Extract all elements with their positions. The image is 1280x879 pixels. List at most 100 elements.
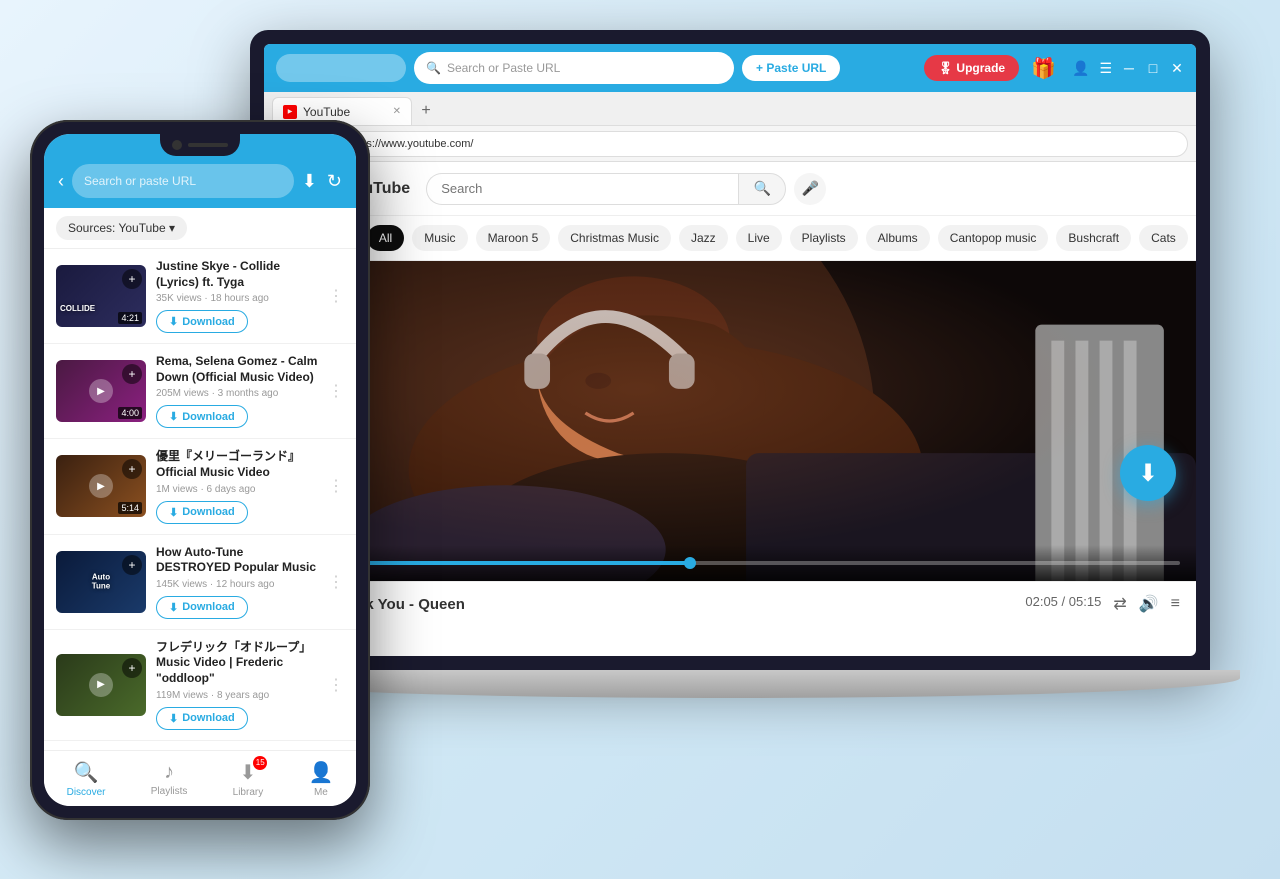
video-thumbnail: + ▶ 4:00 — [56, 360, 146, 422]
youtube-tab-icon — [283, 105, 297, 119]
download-button[interactable]: ⬇ Download — [156, 310, 248, 333]
yt-search-input[interactable] — [426, 173, 738, 205]
yt-search-button[interactable]: 🔍 — [738, 173, 786, 205]
yt-chip-jazz[interactable]: Jazz — [679, 225, 728, 251]
close-button[interactable]: ✕ — [1170, 61, 1184, 75]
video-controls-bar: ▶ ⏭ 🔊 — [264, 545, 1196, 581]
window-controls: 👤 ☰ ─ □ ✕ — [1072, 60, 1184, 77]
yt-chip-cantopop[interactable]: Cantopop music — [938, 225, 1049, 251]
new-tab-button[interactable]: + — [412, 97, 440, 125]
add-icon[interactable]: + — [122, 364, 142, 384]
queue-button[interactable]: ≡ — [1171, 594, 1180, 614]
yt-chip-albums[interactable]: Albums — [866, 225, 930, 251]
video-info: Rema, Selena Gomez - Calm Down (Official… — [156, 354, 318, 428]
phone-back-button[interactable]: ‹ — [58, 171, 64, 192]
phone-search-bar[interactable]: Search or paste URL — [72, 164, 294, 198]
yt-chips-bar: 🏠 Home All Music Maroon 5 Christmas Musi… — [264, 216, 1196, 261]
nav-playlists[interactable]: ♪ Playlists — [143, 757, 196, 801]
front-camera — [172, 140, 182, 150]
video-player[interactable]: ▶ ⏭ 🔊 ⬇ — [264, 261, 1196, 581]
more-options-icon[interactable]: ⋮ — [328, 675, 344, 695]
nav-library[interactable]: 15 ⬇ Library — [225, 756, 272, 802]
gift-icon[interactable]: 🎁 — [1031, 56, 1056, 81]
add-icon[interactable]: + — [122, 269, 142, 289]
video-meta: 1M views · 6 days ago — [156, 484, 318, 495]
more-options-icon[interactable]: ⋮ — [328, 286, 344, 306]
yt-chip-bushcraft[interactable]: Bushcraft — [1056, 225, 1131, 251]
url-bar[interactable]: https://www.youtube.com/ — [335, 131, 1188, 157]
video-info: Justine Skye - Collide (Lyrics) ft. Tyga… — [156, 259, 318, 333]
video-thumbnail: + ▶ — [56, 654, 146, 716]
yt-chip-live[interactable]: Live — [736, 225, 782, 251]
list-item: + AutoTune How Auto-Tune DESTROYED Popul… — [44, 535, 356, 630]
list-item: + COLLIDE 4:21 Justine Skye - Collide (L… — [44, 249, 356, 344]
yt-chip-all[interactable]: All — [367, 225, 404, 251]
add-icon[interactable]: + — [122, 555, 142, 575]
download-button[interactable]: ⬇ Download — [156, 501, 248, 524]
app-logo — [276, 54, 406, 82]
yt-chip-maroon5[interactable]: Maroon 5 — [476, 225, 551, 251]
download-fab-button[interactable]: ⬇ — [1120, 445, 1176, 501]
phone-device: ‹ Search or paste URL ⬇ ↻ Sources: YouTu… — [30, 120, 370, 820]
download-button[interactable]: ⬇ Download — [156, 405, 248, 428]
phone-header-icons: ⬇ ↻ — [302, 171, 342, 192]
yt-chip-christmas[interactable]: Christmas Music — [558, 225, 671, 251]
add-icon[interactable]: + — [122, 658, 142, 678]
phone-frame: ‹ Search or paste URL ⬇ ↻ Sources: YouTu… — [30, 120, 370, 820]
paste-url-button[interactable]: + Paste URL — [742, 55, 840, 81]
download-button[interactable]: ⬇ Download — [156, 596, 248, 619]
phone-download-icon[interactable]: ⬇ — [302, 171, 317, 192]
source-label: Sources: YouTube ▾ — [68, 221, 175, 235]
more-options-icon[interactable]: ⋮ — [328, 572, 344, 592]
nav-discover[interactable]: 🔍 Discover — [59, 756, 114, 802]
more-options-icon[interactable]: ⋮ — [328, 476, 344, 496]
progress-bar[interactable] — [363, 561, 1180, 565]
phone-notch — [160, 134, 240, 156]
browser-tabs-bar: YouTube ✕ + — [264, 92, 1196, 126]
minimize-button[interactable]: ─ — [1122, 61, 1136, 75]
player-info-bar: We Will Rock You - Queen 02:05 / 05:15 ⇄… — [264, 581, 1196, 626]
player-time: 02:05 / 05:15 — [1025, 594, 1101, 614]
video-title: 優里『メリーゴーランド』Official Music Video — [156, 449, 318, 480]
progress-dot — [684, 557, 696, 569]
upgrade-button[interactable]: 🎖 Upgrade — [924, 55, 1019, 81]
download-button[interactable]: ⬇ Download — [156, 707, 248, 730]
nav-me[interactable]: 👤 Me — [300, 756, 341, 802]
video-thumbnail: + AutoTune — [56, 551, 146, 613]
progress-fill — [363, 561, 690, 565]
search-icon: 🔍 — [426, 61, 441, 75]
play-icon: ▶ — [89, 379, 113, 403]
yt-chip-cats[interactable]: Cats — [1139, 225, 1188, 251]
more-options-icon[interactable]: ⋮ — [328, 381, 344, 401]
youtube-content: ☰ YouTube 🔍 🎤 🏠 Home — [264, 162, 1196, 656]
yt-mic-button[interactable]: 🎤 — [794, 173, 826, 205]
library-badge: 15 — [253, 756, 267, 770]
video-overlay — [264, 261, 1196, 581]
player-controls: 02:05 / 05:15 ⇄ 🔊 ≡ — [1025, 594, 1180, 614]
video-meta: 145K views · 12 hours ago — [156, 579, 318, 590]
yt-chip-playlists[interactable]: Playlists — [790, 225, 858, 251]
list-item: + ▶ 5:14 優里『メリーゴーランド』Official Music Vide… — [44, 439, 356, 534]
video-info: How Auto-Tune DESTROYED Popular Music 14… — [156, 545, 318, 619]
phone-refresh-icon[interactable]: ↻ — [327, 171, 342, 192]
maximize-button[interactable]: □ — [1146, 61, 1160, 75]
tab-close-button[interactable]: ✕ — [393, 106, 401, 117]
app-search-container[interactable]: 🔍 Search or Paste URL — [414, 52, 734, 84]
youtube-header: ☰ YouTube 🔍 🎤 — [264, 162, 1196, 216]
phone-search-placeholder: Search or paste URL — [84, 174, 196, 188]
phone-screen: ‹ Search or paste URL ⬇ ↻ Sources: YouTu… — [44, 134, 356, 806]
source-selector[interactable]: Sources: YouTube ▾ — [56, 216, 187, 240]
video-title: Justine Skye - Collide (Lyrics) ft. Tyga — [156, 259, 318, 290]
video-title: Rema, Selena Gomez - Calm Down (Official… — [156, 354, 318, 385]
discover-label: Discover — [67, 787, 106, 798]
video-meta: 35K views · 18 hours ago — [156, 293, 318, 304]
play-icon: ▶ — [89, 673, 113, 697]
user-icon[interactable]: 👤 — [1072, 60, 1089, 77]
yt-chip-music[interactable]: Music — [412, 225, 467, 251]
volume-ctrl-button[interactable]: 🔊 — [1139, 594, 1159, 614]
shuffle-button[interactable]: ⇄ — [1113, 594, 1126, 614]
menu-icon[interactable]: ☰ — [1099, 60, 1112, 77]
me-icon: 👤 — [308, 760, 333, 785]
add-icon[interactable]: + — [122, 459, 142, 479]
browser-toolbar: ‹ › ↻ https://www.youtube.com/ — [264, 126, 1196, 162]
